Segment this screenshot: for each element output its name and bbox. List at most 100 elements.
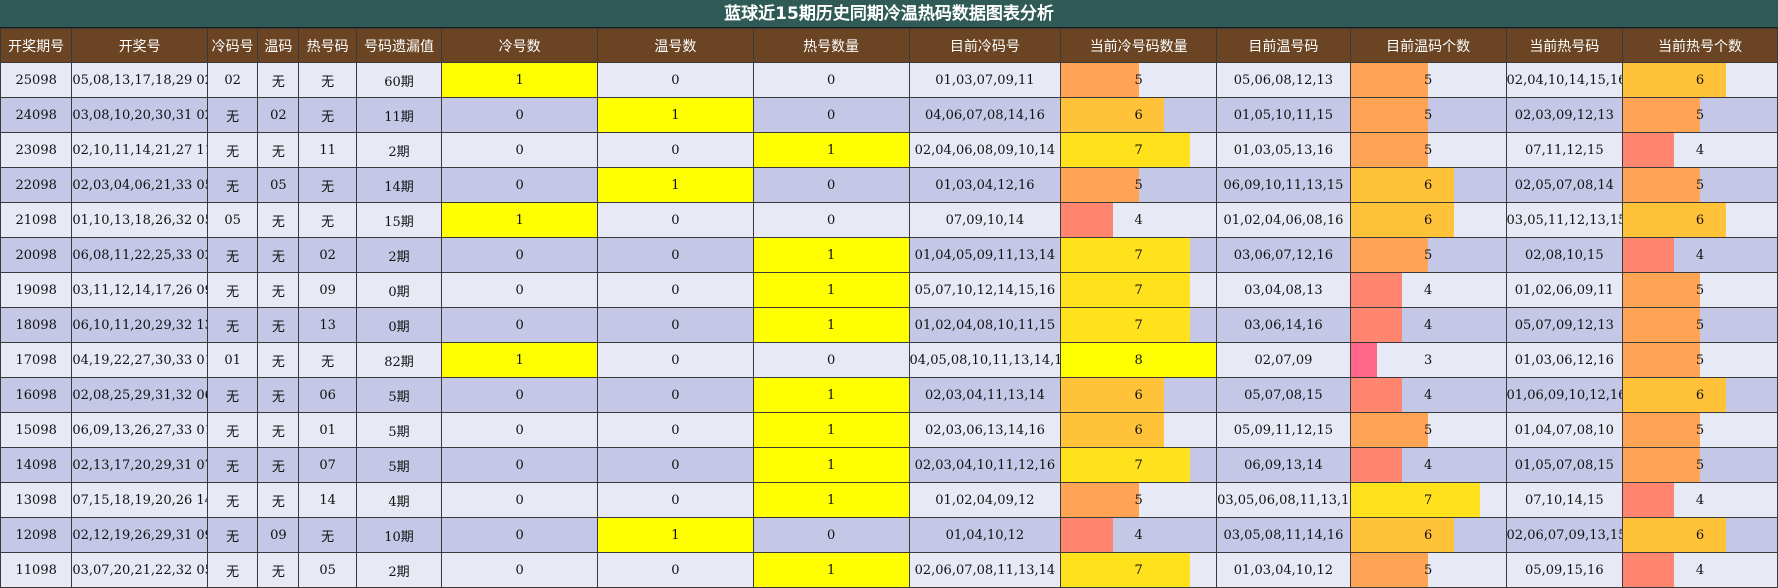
cell-cur-cold-n: 7 xyxy=(1060,272,1218,308)
bar-value: 5 xyxy=(1134,492,1143,508)
cell-cur-hot: 03,05,11,12,13,15 xyxy=(1505,202,1624,238)
cell-cur-cold-n: 7 xyxy=(1060,307,1218,343)
column-header-warm: 温码 xyxy=(257,28,300,63)
cell-cur-warm: 05,06,08,12,13 xyxy=(1216,62,1351,98)
cell-cold-cnt: 0 xyxy=(441,517,598,553)
cell-hot-cnt: 1 xyxy=(752,412,910,448)
bar-value: 5 xyxy=(1695,422,1705,438)
bar-value: 4 xyxy=(1695,562,1705,578)
cell-cur-hot-n: 6 xyxy=(1622,62,1778,98)
cell-cur-hot: 02,06,07,09,13,15 xyxy=(1505,517,1624,553)
cell-cur-warm: 01,02,04,06,08,16 xyxy=(1216,202,1351,238)
bar-value: 4 xyxy=(1695,142,1705,158)
cell-cur-cold: 02,04,06,08,09,10,14 xyxy=(908,132,1062,168)
cell-cur-cold-n: 6 xyxy=(1060,412,1218,448)
cell-cur-cold-n: 4 xyxy=(1060,202,1218,238)
cell-cold: 无 xyxy=(207,272,259,308)
bar-value: 6 xyxy=(1134,107,1143,123)
cell-warm: 无 xyxy=(257,237,300,273)
cell-hot-cnt: 0 xyxy=(752,62,910,98)
cell-cur-warm: 06,09,10,11,13,15 xyxy=(1216,167,1351,203)
cell-hot: 13 xyxy=(298,307,357,343)
data-bar xyxy=(1061,168,1139,202)
bar-value: 4 xyxy=(1695,492,1705,508)
bar-value: 4 xyxy=(1134,527,1143,543)
cell-cur-cold-n: 5 xyxy=(1060,62,1218,98)
bar-value: 5 xyxy=(1424,562,1433,578)
bar-value: 7 xyxy=(1134,317,1143,333)
table-row: 11098 03,07,20,21,22,32 05 无无 05 2期 0 0 1 02,06,… xyxy=(0,552,1778,588)
table-row: 12098 02,12,19,26,29,31 09 无 09 无 10期 0 1 0 01,04… xyxy=(0,517,1778,553)
cell-cold-cnt: 0 xyxy=(441,482,598,518)
cell-numbers: 01,10,13,18,26,32 05 xyxy=(71,202,209,238)
cell-hot: 无 xyxy=(298,97,357,133)
cell-warm-cnt: 0 xyxy=(596,62,754,98)
cell-warm-cnt: 0 xyxy=(596,307,754,343)
cell-period: 11098 xyxy=(0,552,73,588)
page: 蓝球近15期历史同期冷温热码数据图表分析 开奖期号 开奖号 冷码号 温码 热号码 号码遗漏… xyxy=(0,0,1778,588)
cell-miss: 2期 xyxy=(355,237,443,273)
cell-cur-cold: 05,07,10,12,14,15,16 xyxy=(908,272,1062,308)
cell-cur-hot-n: 4 xyxy=(1622,552,1778,588)
bar-value: 5 xyxy=(1424,72,1433,88)
bar-value: 5 xyxy=(1695,457,1705,473)
cell-period: 24098 xyxy=(0,97,73,133)
bar-value: 6 xyxy=(1134,387,1143,403)
cell-cur-cold: 01,04,10,12 xyxy=(908,517,1062,553)
bar-value: 7 xyxy=(1134,282,1143,298)
cell-cold: 无 xyxy=(207,307,259,343)
cell-cur-cold-n: 7 xyxy=(1060,552,1218,588)
cell-cold: 无 xyxy=(207,482,259,518)
cell-period: 12098 xyxy=(0,517,73,553)
column-header-cold-count: 冷号数 xyxy=(441,28,598,63)
cell-cur-warm-n: 7 xyxy=(1349,482,1507,518)
cell-period: 17098 xyxy=(0,342,73,378)
data-bar xyxy=(1623,168,1701,202)
data-bar xyxy=(1351,133,1429,167)
cell-cur-hot: 02,03,09,12,13 xyxy=(1505,97,1624,133)
cell-cur-cold-n: 4 xyxy=(1060,517,1218,553)
cell-cold: 无 xyxy=(207,237,259,273)
cell-cur-warm: 06,09,13,14 xyxy=(1216,447,1351,483)
bar-value: 7 xyxy=(1134,562,1143,578)
data-bar xyxy=(1623,483,1675,517)
cell-period: 21098 xyxy=(0,202,73,238)
cell-warm: 无 xyxy=(257,307,300,343)
bar-value: 5 xyxy=(1695,282,1705,298)
cell-warm-cnt: 0 xyxy=(596,482,754,518)
data-bar xyxy=(1351,518,1454,552)
bar-value: 4 xyxy=(1424,282,1433,298)
cell-cold: 无 xyxy=(207,97,259,133)
cell-cur-warm-n: 5 xyxy=(1349,552,1507,588)
column-header-hot-count: 热号数量 xyxy=(752,28,910,63)
cell-warm-cnt: 0 xyxy=(596,377,754,413)
data-bar xyxy=(1061,413,1165,447)
cell-cur-hot-n: 5 xyxy=(1622,342,1778,378)
data-bar xyxy=(1061,553,1191,587)
cell-cur-warm: 01,05,10,11,15 xyxy=(1216,97,1351,133)
cell-cur-cold: 02,06,07,08,11,13,14 xyxy=(908,552,1062,588)
cell-hot: 无 xyxy=(298,517,357,553)
bar-value: 7 xyxy=(1134,457,1143,473)
data-table: 开奖期号 开奖号 冷码号 温码 热号码 号码遗漏值 冷号数 温号数 热号数量 目前冷码号 当前冷号码… xyxy=(0,28,1778,588)
cell-warm-cnt: 0 xyxy=(596,412,754,448)
cell-numbers: 03,07,20,21,22,32 05 xyxy=(71,552,209,588)
cell-cur-warm: 03,06,07,12,16 xyxy=(1216,237,1351,273)
data-bar xyxy=(1623,378,1726,412)
cell-hot-cnt: 0 xyxy=(752,97,910,133)
cell-cur-warm: 03,05,08,11,14,16 xyxy=(1216,517,1351,553)
data-bar xyxy=(1351,378,1403,412)
cell-cur-hot: 07,11,12,15 xyxy=(1505,132,1624,168)
data-bar xyxy=(1351,168,1454,202)
cell-cur-warm: 02,07,09 xyxy=(1216,342,1351,378)
cell-hot-cnt: 1 xyxy=(752,237,910,273)
cell-miss: 60期 xyxy=(355,62,443,98)
page-title: 蓝球近15期历史同期冷温热码数据图表分析 xyxy=(0,0,1778,28)
data-bar xyxy=(1351,98,1429,132)
data-bar xyxy=(1623,63,1726,97)
column-header-numbers: 开奖号 xyxy=(71,28,209,63)
cell-cold: 无 xyxy=(207,552,259,588)
data-bar xyxy=(1623,448,1701,482)
cell-numbers: 03,08,10,20,30,31 02 xyxy=(71,97,209,133)
cell-cold-cnt: 0 xyxy=(441,97,598,133)
